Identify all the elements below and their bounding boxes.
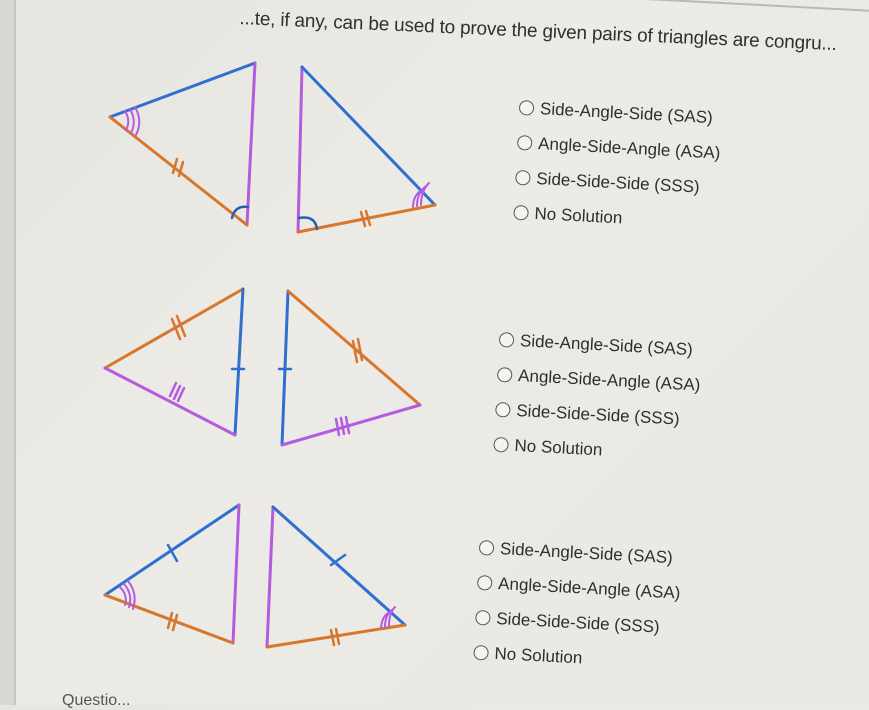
side-base	[296, 203, 437, 234]
radio-button[interactable]	[475, 609, 491, 626]
side-vertical	[231, 503, 241, 645]
radio-button[interactable]	[496, 366, 513, 383]
side-vertical	[245, 61, 257, 227]
side-upper	[103, 287, 245, 370]
option-label: Side-Angle-Side (SAS)	[539, 98, 714, 127]
triangle-pair-2	[103, 287, 422, 447]
side-upper	[271, 505, 407, 627]
radio-button[interactable]	[513, 204, 529, 221]
side-lower	[103, 366, 237, 437]
triangle-2-left	[103, 287, 246, 437]
radio-button[interactable]	[518, 99, 535, 116]
triangle-pair-1	[108, 61, 437, 234]
side-vertical	[233, 287, 245, 437]
triangle-1-right	[296, 65, 437, 234]
window-edge	[0, 0, 16, 705]
options-group-1: Side-Angle-Side (SAS) Angle-Side-Angle (…	[513, 90, 723, 240]
side-lower	[103, 593, 235, 645]
radio-button[interactable]	[498, 331, 515, 348]
option-label: Side-Side-Side (SSS)	[535, 168, 701, 197]
radio-button[interactable]	[493, 436, 509, 453]
option-label: Angle-Side-Angle (ASA)	[537, 133, 721, 163]
option-label: No Solution	[514, 435, 603, 460]
tick-triple	[168, 381, 186, 403]
side-vertical	[296, 65, 304, 234]
footer-question-label: Questio...	[62, 692, 131, 709]
option-label: Side-Angle-Side (SAS)	[519, 330, 694, 359]
radio-button[interactable]	[515, 169, 531, 186]
side-hypotenuse	[108, 61, 257, 119]
divider	[640, 0, 869, 13]
side-vertical	[265, 505, 275, 649]
option-label: No Solution	[534, 203, 623, 228]
side-hypotenuse	[300, 65, 437, 207]
radio-button[interactable]	[476, 574, 493, 591]
option-label: Angle-Side-Angle (ASA)	[517, 365, 701, 395]
triangle-1-left	[108, 61, 257, 227]
question-text: ...te, if any, can be used to prove the …	[239, 8, 838, 56]
triangle-2-right	[277, 289, 422, 447]
option-label: Side-Angle-Side (SAS)	[499, 538, 674, 567]
option-label: Angle-Side-Angle (ASA)	[497, 573, 681, 603]
option-label: No Solution	[494, 643, 583, 668]
option-label: Side-Side-Side (SSS)	[495, 608, 661, 637]
tick-triple	[334, 415, 351, 437]
triangle-3-left	[103, 503, 241, 645]
radio-button[interactable]	[478, 539, 495, 556]
triangle-3-right	[265, 505, 407, 649]
option-label: Side-Side-Side (SSS)	[515, 400, 681, 429]
radio-button[interactable]	[473, 644, 489, 661]
radio-button[interactable]	[516, 134, 533, 151]
side-lower	[280, 403, 422, 447]
radio-button[interactable]	[495, 401, 511, 418]
triangle-pair-3	[103, 503, 407, 649]
options-group-2: Side-Angle-Side (SAS) Angle-Side-Angle (…	[493, 322, 703, 472]
options-group-3: Side-Angle-Side (SAS) Angle-Side-Angle (…	[473, 530, 683, 680]
